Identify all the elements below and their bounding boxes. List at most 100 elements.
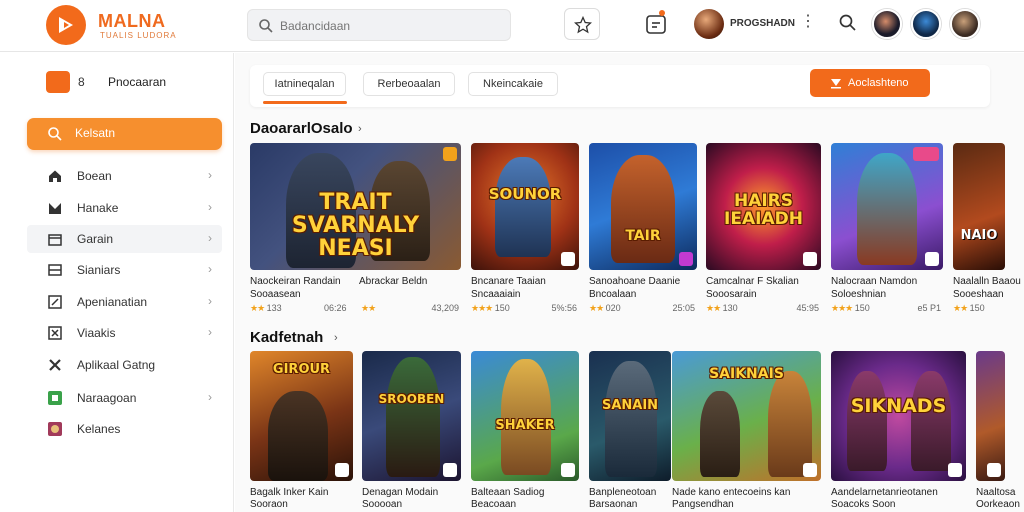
game-subtitle: Sooraon — [250, 499, 288, 510]
star-icon: ★★ — [953, 303, 968, 313]
chevron-right-icon: › — [208, 390, 212, 404]
size: 5%:56 — [551, 303, 577, 313]
sidebar-item-games[interactable]: Hanake › — [27, 194, 222, 222]
game-card[interactable]: GIROUR Bagalk Inker Kain Sooraon — [250, 351, 353, 512]
game-thumbnail[interactable]: SAIKNAIS — [672, 351, 821, 481]
sidebar-item-label: Viaakis — [77, 326, 116, 340]
download-icon — [831, 79, 841, 89]
game-card[interactable]: HAIRS IEAIADH Camcalnar F Skalian Sooosa… — [706, 143, 821, 318]
game-subtitle: Sooeshaan — [953, 289, 1004, 300]
sidebar-item-android[interactable]: Naraagoan › — [27, 384, 222, 412]
game-thumbnail[interactable] — [976, 351, 1005, 481]
badge-icon — [913, 147, 939, 161]
sidebar-head-count: 8 — [78, 75, 85, 89]
game-thumbnail[interactable]: TRAIT SVARNALY NEASI — [250, 143, 461, 270]
chevron-right-icon[interactable]: › — [334, 332, 338, 344]
game-title: Balteaan Sadiog — [471, 487, 545, 498]
game-art-title: TAIR — [625, 228, 661, 244]
tab-bar: Iatnineqalan Rerbeoaalan Nkeincakaie Aoc… — [250, 65, 990, 107]
game-thumbnail[interactable] — [831, 143, 943, 270]
game-card[interactable]: NAIO Naalalln Baaou Sooeshaan ★★ 150 — [953, 143, 1021, 318]
sidebar-item-kelanes[interactable]: Kelanes — [27, 415, 222, 443]
sidebar-item-list[interactable]: Sianiars › — [27, 256, 222, 284]
game-card[interactable]: SOUNOR Bncanare Taaian Sncaaaiain ★★★ 15… — [471, 143, 579, 318]
game-thumbnail[interactable]: SHAKER — [471, 351, 579, 481]
grid-icon — [48, 326, 62, 340]
game-thumbnail[interactable]: SROOBEN — [362, 351, 461, 481]
notification-icon[interactable] — [642, 10, 670, 38]
sidebar-item-grid[interactable]: Viaakis › — [27, 319, 222, 347]
game-title: Nade kano entecoeins kan — [672, 487, 791, 498]
sidebar-item-label: Naraagoan — [77, 391, 137, 405]
friend-avatar[interactable] — [911, 9, 941, 39]
brand-logo-icon[interactable] — [46, 5, 86, 45]
game-card[interactable]: SANAIN Banpleneotoan Barsaonan — [589, 351, 671, 512]
game-thumbnail[interactable]: SIKNADS — [831, 351, 966, 481]
game-title: Bncanare Taaian — [471, 276, 546, 287]
friend-avatar[interactable] — [872, 9, 902, 39]
section-title[interactable]: DaoararlOsalo — [250, 120, 353, 137]
search-icon — [48, 127, 62, 141]
game-art-title: HAIRS IEAIADH — [724, 191, 803, 229]
chevron-right-icon[interactable]: › — [358, 123, 362, 135]
chevron-right-icon: › — [208, 294, 212, 308]
game-card[interactable]: TRAIT SVARNALY NEASI Naockeiran Randain … — [250, 143, 461, 318]
friend-avatar[interactable] — [950, 9, 980, 39]
sidebar-item-home[interactable]: Boean › — [27, 162, 222, 190]
install-button[interactable]: Aoclashteno — [810, 69, 930, 97]
game-thumbnail[interactable]: TAIR — [589, 143, 697, 270]
game-title: Naaltosa — [976, 487, 1016, 498]
user-name[interactable]: PROGSHADN — [730, 18, 795, 29]
size: 45:95 — [796, 303, 819, 313]
badge-icon — [679, 252, 693, 266]
badge-icon — [948, 463, 962, 477]
game-thumbnail[interactable]: HAIRS IEAIADH — [706, 143, 821, 270]
game-title: Nalocraan Namdon — [831, 276, 918, 287]
more-menu-icon[interactable]: ⋮ — [800, 14, 816, 30]
section-title[interactable]: Kadfetnah — [250, 329, 323, 346]
tab-third[interactable]: Nkeincakaie — [468, 72, 558, 96]
game-card[interactable]: SAIKNAIS Nade kano entecoeins kan Pangse… — [672, 351, 821, 512]
sidebar-item-label: Garain — [77, 232, 114, 246]
game-thumbnail[interactable]: SANAIN — [589, 351, 671, 481]
search-icon[interactable] — [838, 13, 858, 33]
size: e5 P1 — [917, 303, 941, 313]
tab-second[interactable]: Rerbeoaalan — [363, 72, 455, 96]
star-icon: ★★★ — [471, 303, 493, 313]
tab-first[interactable]: Iatnineqalan — [263, 72, 346, 96]
search-icon — [259, 19, 273, 33]
game-art-title: SAIKNAIS — [709, 366, 784, 382]
game-thumbnail[interactable]: SOUNOR — [471, 143, 579, 270]
gamepad-icon — [49, 203, 61, 214]
search-bar[interactable] — [247, 9, 511, 41]
game-card[interactable]: TAIR Sanoahoane Daanie Bncoalaan ★★ 020 … — [589, 143, 697, 318]
game-card[interactable]: Nalocraan Namdon Soloeshnian ★★★ 150 e5 … — [831, 143, 943, 318]
sidebar-item-folder[interactable]: Garain › — [27, 225, 222, 253]
avatar[interactable] — [694, 9, 724, 39]
home-icon — [49, 170, 61, 182]
game-title: Naockeiran Randain — [250, 276, 341, 287]
rating: ★★ 133 — [250, 303, 282, 313]
game-card[interactable]: Naaltosa Oorkeaon — [976, 351, 1020, 512]
favorites-button[interactable] — [564, 8, 600, 40]
chevron-right-icon: › — [208, 325, 212, 339]
game-art-title: TRAIT SVARNALY NEASI — [291, 190, 420, 262]
game-thumbnail[interactable]: GIROUR — [250, 351, 353, 481]
rating: ★★ 150 — [953, 303, 985, 313]
game-art-title: NAIO — [960, 228, 998, 243]
game-thumbnail[interactable]: NAIO — [953, 143, 1005, 270]
size: 06:26 — [324, 303, 347, 313]
rating: ★★★ 150 — [471, 303, 510, 313]
sidebar-search-button[interactable]: Kelsatn — [27, 118, 222, 150]
game-art-title: SHAKER — [495, 418, 555, 433]
rating: ★★ 020 — [589, 303, 621, 313]
search-input[interactable] — [280, 16, 500, 36]
game-subtitle: Sncaaaiain — [471, 289, 521, 300]
sidebar-item-edit[interactable]: Apenianatian › — [27, 288, 222, 316]
game-subtitle: Pangsendhan — [672, 499, 734, 510]
brand-subtitle: TUALIS LUDORA — [100, 31, 177, 40]
game-card[interactable]: SROOBEN Denagan Modain Sooooan — [362, 351, 461, 512]
game-card[interactable]: SHAKER Balteaan Sadiog Beacoaan — [471, 351, 579, 512]
game-card[interactable]: SIKNADS Aandelarnetanrieotanen Soacoks S… — [831, 351, 966, 512]
sidebar-item-apps[interactable]: Aplikaal Gatng — [27, 351, 222, 379]
